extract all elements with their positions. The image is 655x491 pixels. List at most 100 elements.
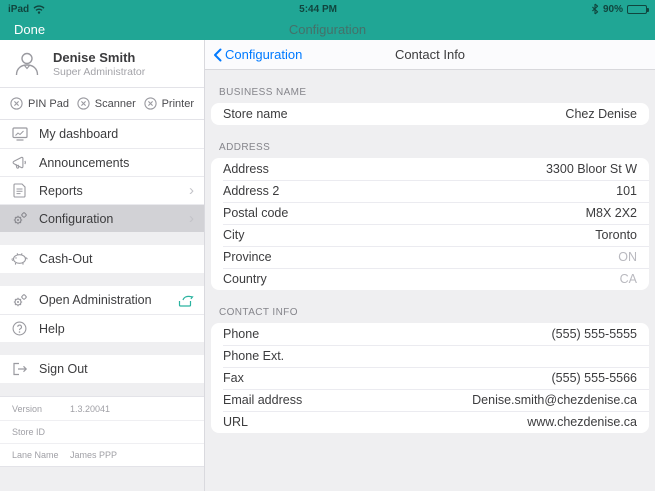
section-header-business-name: BUSINESS NAME bbox=[219, 87, 307, 98]
chevron-left-icon bbox=[213, 48, 222, 62]
phone-row[interactable]: Phone (555) 555-5555 bbox=[211, 323, 649, 345]
postal-code-row[interactable]: Postal code M8X 2X2 bbox=[211, 202, 649, 224]
back-to-configuration-link[interactable]: Configuration bbox=[213, 47, 302, 62]
url-value: www.chezdenise.ca bbox=[527, 415, 637, 429]
menu-label: Configuration bbox=[39, 211, 114, 226]
gears-icon bbox=[10, 210, 29, 227]
question-circle-icon bbox=[10, 320, 29, 337]
province-value: ON bbox=[618, 250, 637, 264]
sidebar-gap bbox=[0, 383, 204, 396]
battery-icon bbox=[627, 4, 649, 14]
pinpad-disconnected-icon bbox=[10, 97, 23, 110]
store-id-row: Store ID bbox=[0, 420, 204, 443]
menu-label: Help bbox=[39, 321, 65, 336]
menu-label: Announcements bbox=[39, 155, 130, 170]
contact-info-card: Phone (555) 555-5555 Phone Ext. Fax (555… bbox=[211, 323, 649, 433]
document-icon bbox=[10, 182, 29, 199]
scanner-status[interactable]: Scanner bbox=[77, 97, 136, 110]
version-row: Version 1.3.20041 bbox=[0, 397, 204, 420]
address-card: Address 3300 Bloor St W Address 2 101 Po… bbox=[211, 158, 649, 290]
printer-status[interactable]: Printer bbox=[143, 97, 194, 110]
sidebar-gap bbox=[0, 273, 204, 286]
battery-percent: 90% bbox=[602, 3, 623, 15]
province-row[interactable]: Province ON bbox=[211, 246, 649, 268]
sidebar-item-announcements[interactable]: Announcements bbox=[0, 148, 204, 176]
menu-label: Open Administration bbox=[39, 293, 152, 307]
country-row[interactable]: Country CA bbox=[211, 268, 649, 290]
menu-label: My dashboard bbox=[39, 127, 119, 141]
store-id-label: Store ID bbox=[12, 427, 46, 437]
sidebar-item-configuration[interactable]: Configuration › bbox=[0, 204, 204, 232]
printer-disconnected-icon bbox=[143, 97, 157, 110]
status-bar: iPad 5:44 PM 90% bbox=[0, 0, 655, 18]
version-value: 1.3.20041 bbox=[70, 403, 111, 414]
user-name: Denise Smith bbox=[53, 49, 136, 65]
gears-icon bbox=[10, 292, 29, 309]
email-row[interactable]: Email address Denise.smith@chezdenise.ca bbox=[211, 389, 649, 411]
device-status-row: PIN Pad Scanner Printer bbox=[0, 88, 204, 120]
user-profile: Denise Smith Super Administrator bbox=[0, 40, 204, 88]
store-name-row[interactable]: Store name Chez Denise bbox=[211, 103, 649, 125]
sidebar-item-reports[interactable]: Reports › bbox=[0, 176, 204, 204]
nav-title: Configuration bbox=[288, 21, 367, 37]
sidebar-item-help[interactable]: Help bbox=[0, 314, 204, 342]
user-role: Super Administrator bbox=[53, 65, 146, 78]
url-row[interactable]: URL www.chezdenise.ca bbox=[211, 411, 649, 433]
main-menu: My dashboard Announcements Reports › Con… bbox=[0, 120, 204, 232]
scanner-label: Scanner bbox=[94, 97, 136, 110]
dashboard-icon bbox=[10, 126, 29, 143]
scanner-disconnected-icon bbox=[77, 97, 90, 110]
sign-out-icon bbox=[10, 361, 29, 378]
section-header-contact-info: CONTACT INFO bbox=[219, 307, 298, 318]
sidebar-gap bbox=[0, 342, 204, 355]
business-name-card: Store name Chez Denise bbox=[211, 103, 649, 125]
lane-name-label: Lane Name bbox=[12, 450, 59, 460]
chevron-right-icon: › bbox=[189, 210, 194, 227]
store-name-value: Chez Denise bbox=[565, 107, 637, 121]
back-label: Configuration bbox=[225, 47, 303, 62]
email-value: Denise.smith@chezdenise.ca bbox=[472, 393, 637, 407]
sidebar-item-open-administration[interactable]: Open Administration bbox=[0, 286, 204, 314]
panel-body: BUSINESS NAME Store name Chez Denise ADD… bbox=[205, 87, 655, 433]
printer-label: Printer bbox=[161, 97, 194, 110]
section-header-address: ADDRESS bbox=[219, 142, 271, 153]
clock: 5:44 PM bbox=[299, 3, 337, 15]
wifi-icon bbox=[33, 4, 45, 14]
city-value: Toronto bbox=[595, 228, 637, 242]
pinpad-label: PIN Pad bbox=[28, 97, 69, 110]
menu-label: Sign Out bbox=[39, 362, 88, 376]
sidebar-item-dashboard[interactable]: My dashboard bbox=[0, 120, 204, 148]
external-link-icon bbox=[178, 294, 194, 307]
contact-info-panel: Configuration Contact Info BUSINESS NAME… bbox=[205, 40, 655, 491]
address2-value: 101 bbox=[616, 184, 637, 198]
done-button[interactable]: Done bbox=[14, 22, 45, 37]
nav-bar: Done Configuration bbox=[0, 18, 655, 40]
sidebar-item-sign-out[interactable]: Sign Out bbox=[0, 355, 204, 383]
piggy-bank-icon bbox=[10, 251, 29, 268]
menu-label: Reports bbox=[39, 183, 83, 198]
fax-row[interactable]: Fax (555) 555-5566 bbox=[211, 367, 649, 389]
sidebar: Denise Smith Super Administrator PIN Pad bbox=[0, 40, 205, 491]
phone-value: (555) 555-5555 bbox=[551, 327, 637, 341]
version-label: Version bbox=[12, 403, 43, 414]
city-row[interactable]: City Toronto bbox=[211, 224, 649, 246]
country-value: CA bbox=[619, 272, 637, 286]
chevron-right-icon: › bbox=[189, 182, 194, 199]
app-info-footer: Version 1.3.20041 Store ID Lane Name Jam… bbox=[0, 396, 204, 467]
megaphone-icon bbox=[10, 154, 29, 171]
lane-name-row: Lane Name James PPP bbox=[0, 443, 204, 466]
carrier-label: iPad bbox=[8, 3, 30, 15]
lane-name-value: James PPP bbox=[70, 450, 118, 460]
address2-row[interactable]: Address 2 101 bbox=[211, 180, 649, 202]
postal-code-value: M8X 2X2 bbox=[585, 206, 637, 220]
phone-ext-row[interactable]: Phone Ext. bbox=[211, 345, 649, 367]
sidebar-item-cash-out[interactable]: Cash-Out bbox=[0, 245, 204, 273]
fax-value: (555) 555-5566 bbox=[551, 371, 637, 385]
pinpad-status[interactable]: PIN Pad bbox=[10, 97, 69, 110]
menu-label: Cash-Out bbox=[39, 252, 93, 266]
panel-header: Configuration Contact Info bbox=[205, 40, 655, 70]
address-row[interactable]: Address 3300 Bloor St W bbox=[211, 158, 649, 180]
address-value: 3300 Bloor St W bbox=[545, 162, 637, 176]
bluetooth-icon bbox=[591, 3, 599, 15]
app-window: iPad 5:44 PM 90% Done Configuration Deni… bbox=[0, 0, 655, 491]
